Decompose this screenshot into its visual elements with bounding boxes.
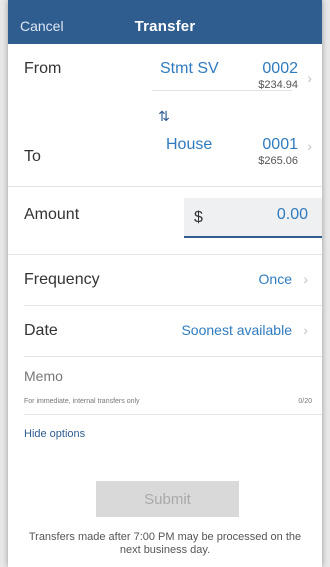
divider: [24, 356, 322, 357]
amount-label: Amount: [24, 206, 80, 223]
date-label: Date: [24, 322, 58, 339]
cutoff-footnote: Transfers made after 7:00 PM may be proc…: [28, 531, 302, 556]
amount-field[interactable]: $: [184, 198, 322, 238]
from-label: From: [24, 60, 62, 77]
to-account-name: House: [166, 136, 213, 153]
frequency-value: Once: [258, 271, 292, 287]
from-account-name: Stmt SV: [160, 60, 219, 77]
memo-input[interactable]: Memo: [24, 368, 63, 384]
date-row[interactable]: Date Soonest available ›: [8, 306, 322, 356]
hide-options-link[interactable]: Hide options: [24, 428, 85, 440]
transfer-screen: Cancel Transfer From Stmt SV 0002 $234.9…: [8, 0, 322, 567]
chevron-right-icon: ›: [303, 271, 308, 287]
to-account-balance: $265.06: [258, 155, 298, 167]
to-account-number: 0001: [262, 136, 298, 153]
memo-note: For immediate, internal transfers only: [24, 398, 140, 405]
from-account-row[interactable]: From Stmt SV 0002 $234.94 ›: [8, 44, 322, 112]
page-title: Transfer: [134, 18, 196, 35]
chevron-right-icon: ›: [307, 138, 312, 154]
chevron-right-icon: ›: [307, 70, 312, 86]
header-bar: Cancel Transfer: [8, 0, 322, 44]
to-label: To: [24, 148, 41, 165]
divider: [152, 90, 292, 91]
from-account-number: 0002: [262, 60, 298, 77]
frequency-label: Frequency: [24, 271, 100, 288]
to-account-row[interactable]: To House 0001 $265.06 ›: [8, 126, 322, 186]
chevron-right-icon: ›: [303, 322, 308, 338]
frequency-row[interactable]: Frequency Once ›: [8, 255, 322, 305]
divider: [24, 414, 322, 415]
memo-character-count: 0/20: [298, 398, 312, 405]
date-value: Soonest available: [181, 322, 292, 338]
swap-arrows-icon[interactable]: ⇅: [154, 108, 174, 126]
amount-input[interactable]: [228, 206, 308, 224]
currency-symbol: $: [194, 209, 203, 226]
submit-button[interactable]: Submit: [96, 481, 239, 517]
